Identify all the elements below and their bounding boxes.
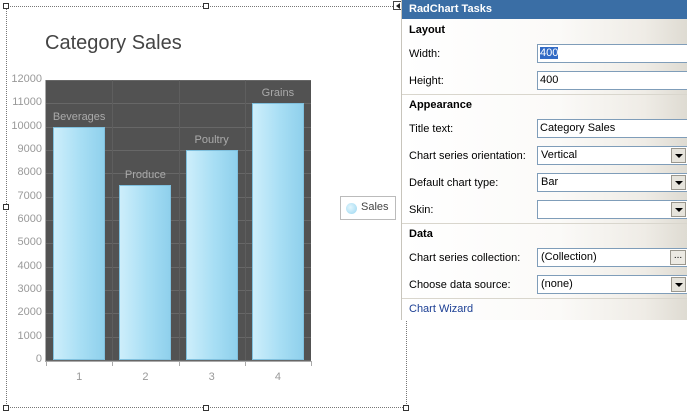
x-tick-mark [311, 361, 312, 366]
chart-design-surface[interactable]: Category Sales 0 1000 2000 3000 4000 5000 6000… [0, 0, 409, 412]
bar[interactable] [53, 126, 106, 360]
height-field[interactable]: 400 [537, 71, 687, 90]
bar[interactable] [119, 185, 172, 360]
resize-handle-bottom-right[interactable] [403, 405, 409, 411]
orientation-label: Chart series orientation: [409, 150, 526, 162]
orientation-dropdown[interactable]: Vertical [537, 146, 687, 165]
section-separator [402, 223, 687, 224]
radchart-tasks-panel: RadChart Tasks Layout Width: 400 Height:… [401, 0, 687, 320]
bar-data-label: Poultry [194, 134, 229, 146]
skin-label: Skin: [409, 204, 434, 216]
data-section-title: Data [409, 228, 433, 240]
chevron-down-icon[interactable] [671, 148, 686, 163]
y-tick-label: 7000 [17, 189, 42, 202]
series-collection-value: (Collection) [541, 251, 597, 263]
width-value: 400 [540, 47, 559, 59]
x-tick-mark [46, 361, 47, 366]
y-tick-label: 12000 [11, 73, 42, 85]
x-tick-label: 3 [208, 371, 215, 383]
y-tick-label: 8000 [17, 166, 42, 179]
x-tick-mark [244, 361, 246, 366]
data-source-value: (none) [541, 278, 573, 290]
y-tick-label: 10000 [11, 119, 42, 132]
data-source-label: Choose data source: [409, 279, 511, 291]
y-tick-label: 3000 [17, 283, 42, 295]
width-field[interactable]: 400 [537, 44, 687, 63]
tasks-panel-header: RadChart Tasks [402, 0, 687, 19]
y-tick-label: 4000 [17, 259, 42, 272]
chart-type-dropdown[interactable]: Bar [537, 173, 687, 192]
y-tick-label: 9000 [17, 143, 42, 155]
x-tick-mark [178, 361, 180, 366]
grid-line-vertical [244, 80, 246, 360]
bar[interactable] [185, 150, 238, 360]
y-tick-label: 11000 [12, 96, 42, 109]
bar-data-label: Grains [261, 87, 295, 100]
legend-swatch-icon [346, 203, 357, 214]
y-tick-label: 6000 [17, 213, 42, 225]
title-text-label: Title text: [409, 123, 454, 135]
section-separator [402, 298, 687, 299]
data-source-dropdown[interactable]: (none) [537, 275, 687, 294]
chevron-down-icon[interactable] [671, 277, 686, 292]
series-collection-label: Chart series collection: [409, 252, 521, 264]
section-separator [402, 94, 687, 95]
x-tick-label: 4 [274, 371, 281, 383]
chart-title: Category Sales [45, 32, 182, 54]
chart-wizard-link[interactable]: Chart Wizard [409, 303, 473, 315]
chevron-down-icon[interactable] [671, 175, 686, 190]
layout-section-title: Layout [409, 24, 446, 36]
y-tick-label: 1000 [17, 329, 42, 342]
chart-legend: Sales [340, 196, 396, 220]
y-tick-label: 0 [35, 353, 42, 365]
series-collection-field[interactable]: (Collection) ... [537, 248, 687, 267]
x-tick-label: 2 [142, 371, 149, 383]
y-tick-label: 2000 [17, 306, 42, 319]
resize-handle-bottom[interactable] [203, 405, 209, 411]
skin-dropdown[interactable] [537, 200, 687, 219]
title-text-field[interactable]: Category Sales [537, 119, 687, 138]
grid-line-vertical [178, 80, 180, 360]
x-tick-label: 1 [76, 371, 83, 383]
bar-data-label: Produce [124, 169, 166, 181]
chart-type-value: Bar [541, 176, 559, 188]
height-label: Height: [409, 75, 444, 87]
appearance-section-title: Appearance [409, 99, 472, 111]
ellipsis-button[interactable]: ... [670, 250, 686, 265]
resize-handle-left[interactable] [3, 204, 9, 210]
resize-handle-top-left[interactable] [3, 3, 9, 9]
bar-data-label: Beverages [52, 110, 106, 123]
y-tick-label: 5000 [17, 236, 42, 249]
chart-type-label: Default chart type: [409, 177, 499, 189]
orientation-value: Vertical [541, 149, 578, 161]
width-label: Width: [409, 48, 441, 60]
bar[interactable] [251, 103, 304, 360]
resize-handle-top[interactable] [203, 3, 209, 9]
x-tick-mark [112, 361, 114, 366]
chevron-down-icon[interactable] [671, 202, 686, 217]
resize-handle-bottom-left[interactable] [3, 405, 9, 411]
legend-label: Sales [361, 201, 389, 213]
